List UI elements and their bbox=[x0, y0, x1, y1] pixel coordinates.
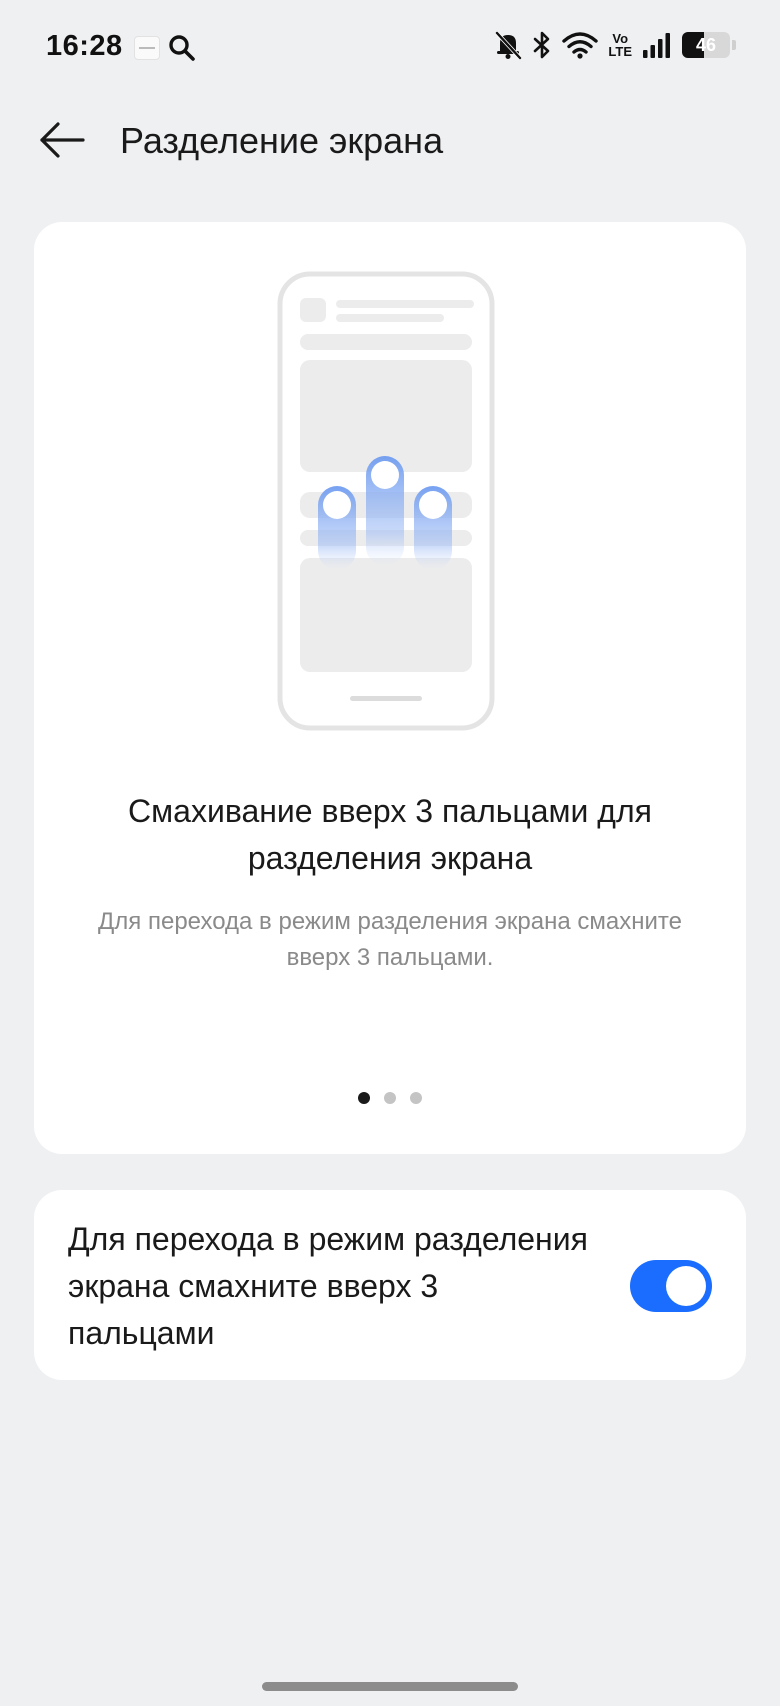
three-finger-swipe-illustration bbox=[277, 271, 495, 731]
three-finger-split-switch[interactable] bbox=[630, 1260, 712, 1312]
volte-label-bottom: LTE bbox=[608, 44, 632, 59]
gesture-intro-card: Смахивание вверх 3 пальцами для разделен… bbox=[34, 222, 746, 1154]
page-dot-2[interactable] bbox=[384, 1092, 396, 1104]
bluetooth-icon bbox=[534, 31, 550, 59]
wifi-icon bbox=[562, 32, 599, 59]
app-thumbnail-icon bbox=[134, 36, 160, 60]
back-button[interactable] bbox=[30, 112, 94, 168]
status-icons: Vo LTE 46 bbox=[494, 30, 736, 60]
gesture-toggle-card: Для перехода в режим разделения экрана с… bbox=[34, 1190, 746, 1380]
page-title: Разделение экрана bbox=[120, 120, 444, 161]
intro-description: Для перехода в режим разделения экрана с… bbox=[98, 908, 682, 971]
finger-left bbox=[318, 486, 356, 570]
status-time: 16:28 bbox=[46, 30, 123, 62]
intro-title: Смахивание вверх 3 пальцами для разделен… bbox=[128, 793, 652, 876]
signal-icon bbox=[643, 33, 670, 58]
search-icon bbox=[169, 35, 195, 61]
finger-middle bbox=[366, 456, 404, 566]
page-dot-3[interactable] bbox=[410, 1092, 422, 1104]
mute-bell-icon bbox=[495, 31, 522, 60]
toggle-label: Для перехода в режим разделения экрана с… bbox=[68, 1221, 588, 1351]
page-indicator[interactable] bbox=[34, 1092, 746, 1104]
battery-cap bbox=[732, 40, 736, 50]
split-screen-settings-screen: 16:28 Vo LTE 46 Разделение экрана Смахив… bbox=[0, 0, 780, 1706]
switch-knob bbox=[666, 1266, 706, 1306]
arrow-left-icon bbox=[40, 122, 85, 158]
page-dot-1[interactable] bbox=[358, 1092, 370, 1104]
home-indicator[interactable] bbox=[262, 1682, 518, 1691]
volte-icon: Vo LTE bbox=[608, 32, 632, 58]
battery-icon: 46 bbox=[682, 32, 730, 58]
battery-level: 46 bbox=[695, 35, 717, 55]
status-bar: 16:28 Vo LTE 46 bbox=[0, 0, 780, 96]
finger-right bbox=[414, 486, 452, 570]
